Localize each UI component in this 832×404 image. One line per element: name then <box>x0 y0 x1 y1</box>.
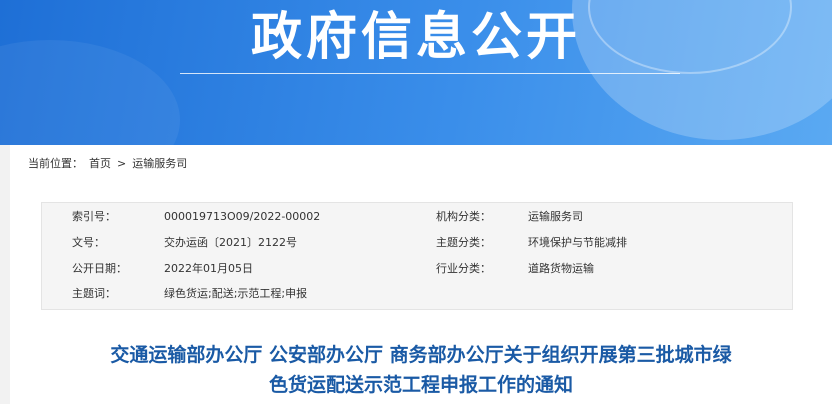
article-title-line: 色货运配送示范工程申报工作的通知 <box>268 374 573 396</box>
breadcrumb-current-link[interactable]: 运输服务司 <box>132 157 187 170</box>
banner-title: 政府信息公开 <box>250 8 581 67</box>
meta-value-date: 2022年01月05日 <box>164 262 253 275</box>
document-metadata-table: 索引号： 000019713O09/2022-00002 机构分类： 运输服务司… <box>41 202 793 310</box>
meta-label-agency: 机构分类： <box>436 210 491 223</box>
meta-value-index: 000019713O09/2022-00002 <box>164 210 321 223</box>
banner-underline <box>180 73 680 74</box>
meta-value-docnum: 交办运函〔2021〕2122号 <box>164 236 297 249</box>
meta-label-date: 公开日期： <box>72 262 127 275</box>
meta-value-agency: 运输服务司 <box>528 210 583 223</box>
breadcrumb-label: 当前位置： <box>28 157 83 170</box>
meta-value-topic: 环境保护与节能减排 <box>528 236 627 249</box>
meta-value-keywords: 绿色货运;配送;示范工程;申报 <box>164 287 308 300</box>
meta-label-industry: 行业分类： <box>436 262 491 275</box>
content-panel: 当前位置： 首页 > 运输服务司 索引号： 000019713O09/2022-000… <box>10 145 832 404</box>
meta-value-industry: 道路货物运输 <box>528 262 594 275</box>
breadcrumb-home-link[interactable]: 首页 <box>89 157 111 170</box>
breadcrumb: 当前位置： 首页 > 运输服务司 <box>28 156 193 172</box>
page-banner: 政府信息公开 <box>0 0 832 145</box>
article-title: 交通运输部办公厅 公安部办公厅 商务部办公厅关于组织开展第三批城市绿 色货运配送… <box>40 340 802 400</box>
breadcrumb-separator: > <box>117 157 127 170</box>
meta-label-topic: 主题分类： <box>436 236 491 249</box>
meta-label-index: 索引号： <box>72 210 116 223</box>
meta-label-keywords: 主题词： <box>72 287 116 300</box>
article-title-line: 交通运输部办公厅 公安部办公厅 商务部办公厅关于组织开展第三批城市绿 <box>110 344 732 366</box>
meta-label-docnum: 文号： <box>72 236 105 249</box>
